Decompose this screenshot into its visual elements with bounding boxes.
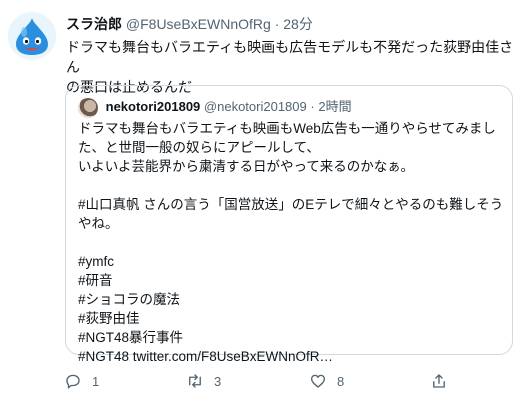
quote-hashtag: #ymfc: [78, 254, 115, 269]
tweet-header: スラ治郎 @F8UseBxEWNnOfRg · 28分: [66, 14, 519, 32]
author-name[interactable]: スラ治郎: [66, 16, 122, 32]
action-bar: 1 3 8: [64, 371, 464, 391]
reply-action[interactable]: 1: [64, 371, 99, 391]
quote-line: いよいよ芸能界から粛清する日がやって来るのかなぁ。: [78, 159, 415, 174]
quote-line: ドラマも舞台もバラエティも映画もWeb広告も一通りやらせてみまし: [78, 121, 496, 136]
share-icon: [433, 374, 445, 388]
author-handle[interactable]: @F8UseBxEWNnOfRg: [126, 16, 271, 32]
like-count: 8: [337, 373, 345, 389]
slime-avatar-icon: [8, 12, 56, 60]
share-action[interactable]: [430, 371, 448, 391]
reply-icon: [66, 374, 80, 389]
separator-dot: ·: [274, 16, 280, 32]
retweet-icon: [189, 374, 201, 388]
quote-author-name: nekotori201809: [105, 99, 201, 114]
quote-hashtag: #研音: [78, 273, 113, 288]
retweet-count: 3: [214, 373, 222, 389]
tweet-text-line: ドラマも舞台もバラエティも映画も広告モデルも不発だった荻野由佳さん: [66, 39, 514, 75]
retweet-action[interactable]: 3: [186, 371, 221, 391]
quote-line: やね。: [78, 216, 119, 231]
author-avatar[interactable]: [8, 12, 56, 60]
tweet[interactable]: スラ治郎 @F8UseBxEWNnOfRg · 28分 ドラマも舞台もバラエティ…: [0, 0, 529, 399]
quote-avatar: [78, 97, 98, 118]
reply-count: 1: [92, 373, 100, 389]
quote-author-handle: @nekotori201809: [203, 99, 307, 114]
quote-hashtag: #NGT48暴行事件: [78, 330, 184, 345]
quote-line: た、と世間一般の奴らにアピールして、: [78, 140, 320, 155]
separator-dot: ·: [310, 99, 315, 114]
quote-header: nekotori201809 @nekotori201809 · 2時間: [78, 96, 352, 118]
quote-hashtag-link: #NGT48 twitter.com/F8UseBxEWNnOfR…: [78, 349, 334, 364]
heart-icon: [310, 374, 326, 388]
like-action[interactable]: 8: [309, 371, 344, 391]
quote-text: ドラマも舞台もバラエティも映画もWeb広告も一通りやらせてみまし た、と世間一般…: [78, 119, 504, 366]
tweet-time[interactable]: 28分: [283, 16, 313, 32]
quote-hashtag: #荻野由佳: [78, 311, 140, 326]
quote-line: #山口真帆 さんの言う「国営放送」のEテレで細々とやるのも難しそう: [78, 197, 504, 212]
quote-blank-line: [78, 176, 502, 195]
quoted-tweet[interactable]: nekotori201809 @nekotori201809 · 2時間 ドラマ…: [65, 85, 513, 364]
quote-blank-line: [78, 233, 502, 252]
quote-time: 2時間: [318, 99, 352, 114]
quote-hashtag: #ショコラの魔法: [78, 292, 181, 307]
